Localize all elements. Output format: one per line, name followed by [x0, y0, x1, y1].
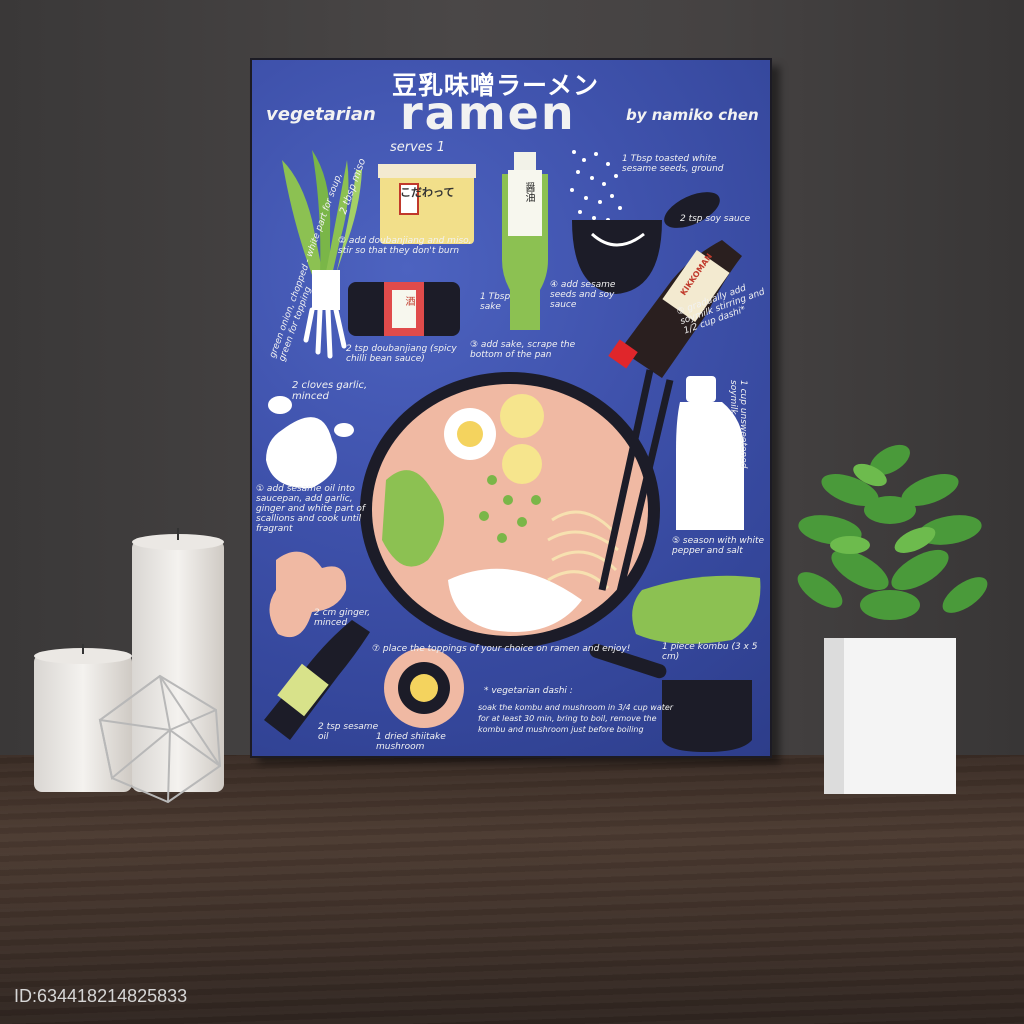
note-doubanjiang: 2 tsp doubanjiang (spicy chilli bean sau…	[346, 344, 457, 364]
tall-candle	[132, 540, 224, 792]
note-garlic: 2 cloves garlic, minced	[292, 380, 368, 402]
shiitake-icon	[384, 648, 464, 728]
note-sake: 1 Tbsp sake	[480, 292, 511, 312]
note-dashi-title: * vegetarian dashi :	[484, 686, 573, 696]
garlic-icon	[266, 396, 354, 489]
miso-tub-icon	[378, 164, 476, 244]
note-step1: ① add sesame oil into saucepan, add garl…	[256, 484, 366, 534]
kombu-icon	[632, 575, 761, 644]
note-season: ⑤ season with white pepper and salt	[672, 536, 765, 556]
sesame-seeds-icon	[570, 150, 622, 222]
note-dashi-body: soak the kombu and mushroom in 3/4 cup w…	[478, 703, 674, 734]
note-shiitake: 1 dried shiitake mushroom	[376, 732, 446, 752]
note-soy-sauce: 2 tsp soy sauce	[680, 214, 751, 224]
sake-bottle-label: 醤油	[523, 182, 534, 202]
potted-plant	[797, 444, 988, 794]
miso-tub-label: こだわって	[400, 186, 455, 199]
ramen-bowl-icon	[360, 369, 674, 648]
note-sesame-seeds: 1 Tbsp toasted white sesame seeds, groun…	[622, 154, 724, 174]
doubanjiang-jar-icon	[348, 282, 460, 336]
note-step3: ③ add sake, scrape the bottom of the pan	[470, 340, 576, 360]
recipe-poster: 豆乳味噌ラーメン vegetarian ramen by namiko chen…	[250, 58, 772, 758]
doubanjiang-label: 酒	[403, 296, 414, 306]
candles-decor	[34, 528, 224, 804]
note-soymilk: 1 cup unsweetened soymilk	[728, 380, 748, 469]
note-kombu: 1 piece kombu (3 x 5 cm)	[662, 642, 758, 662]
note-step4: ④ add sesame seeds and soy sauce	[550, 280, 616, 310]
note-step2: ② add doubanjiang and miso, stir so that…	[338, 236, 472, 256]
poster-artwork: 豆乳味噌ラーメン vegetarian ramen by namiko chen…	[252, 60, 770, 756]
note-ginger: 2 cm ginger, minced	[314, 608, 371, 628]
image-id-watermark: ID:6344182148258​33	[14, 986, 188, 1006]
note-step7: ⑦ place the toppings of your choice on r…	[372, 644, 631, 654]
